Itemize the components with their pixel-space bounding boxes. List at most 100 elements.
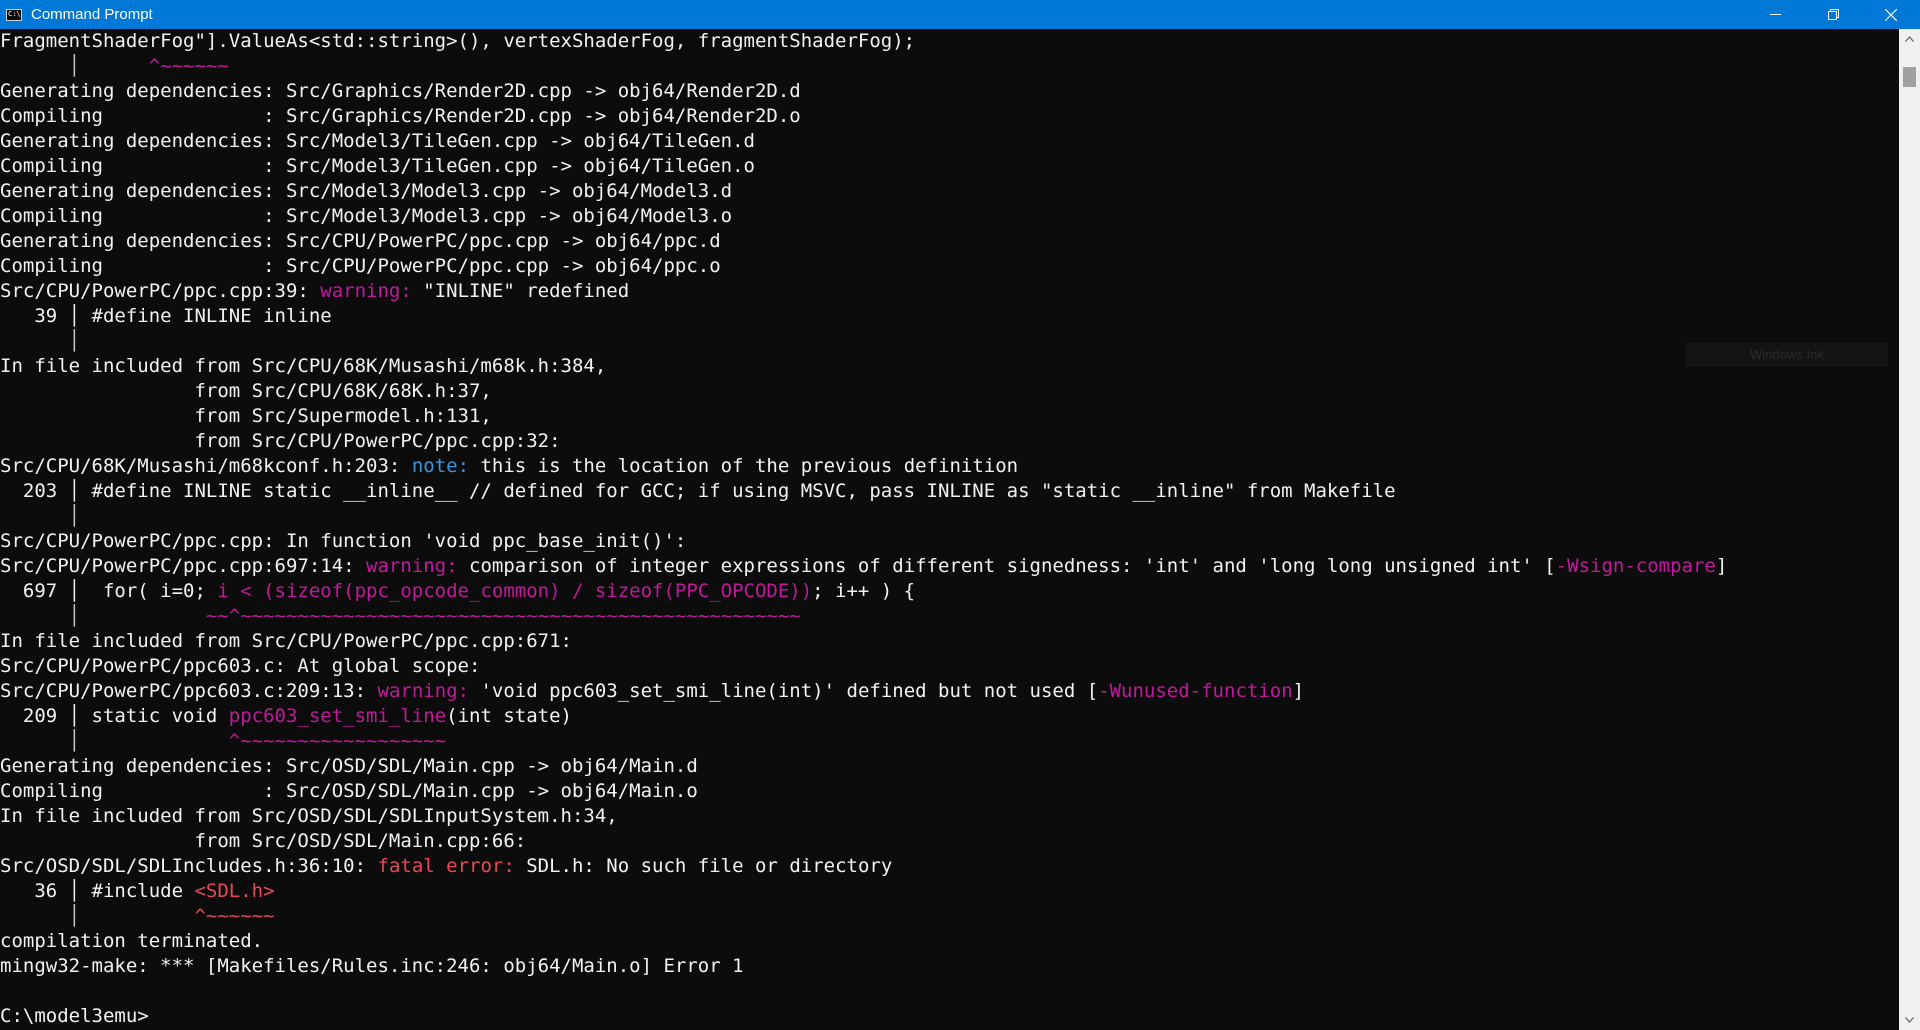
terminal-line: │ ^~~~~~~ — [0, 904, 1899, 929]
terminal-text-segment: Src/CPU/PowerPC/ppc.cpp: In function 'vo… — [0, 530, 687, 552]
terminal-text-segment: 'void ppc603_set_smi_line(int)' defined … — [480, 680, 1099, 702]
terminal-text-segment: In file included from Src/CPU/68K/Musash… — [0, 355, 607, 377]
terminal-text-segment: Src/CPU/PowerPC/ppc603.c: At global scop… — [0, 655, 481, 677]
terminal-line: In file included from Src/OSD/SDL/SDLInp… — [0, 804, 1899, 829]
terminal-line: mingw32-make: *** [Makefiles/Rules.inc:2… — [0, 954, 1899, 979]
terminal-text-segment: Compiling : Src/Model3/TileGen.cpp -> ob… — [0, 155, 755, 177]
terminal-text-segment: 203 │ #define INLINE static __inline__ /… — [0, 480, 1396, 502]
terminal-line: FragmentShaderFog"].ValueAs<std::string>… — [0, 29, 1899, 54]
terminal-text-segment: mingw32-make: *** [Makefiles/Rules.inc:2… — [0, 955, 744, 977]
terminal-text-segment: ] — [1715, 555, 1728, 577]
terminal-line: Src/CPU/PowerPC/ppc.cpp:697:14: warning:… — [0, 554, 1899, 579]
restore-button[interactable] — [1804, 0, 1862, 29]
terminal-line: Generating dependencies: Src/OSD/SDL/Mai… — [0, 754, 1899, 779]
vertical-scrollbar[interactable] — [1899, 29, 1920, 1030]
terminal-line: from Src/Supermodel.h:131, — [0, 404, 1899, 429]
terminal-text-segment: ^~~~~~~~~~~~~~~~~~~ — [228, 730, 447, 752]
terminal-line: Src/OSD/SDL/SDLIncludes.h:36:10: fatal e… — [0, 854, 1899, 879]
terminal-line: Generating dependencies: Src/Model3/Mode… — [0, 179, 1899, 204]
terminal-text-segment: note: — [411, 455, 481, 477]
terminal-line: In file included from Src/CPU/68K/Musash… — [0, 354, 1899, 379]
terminal-text-segment: comparison of integer expressions of dif… — [469, 555, 1556, 577]
terminal-text-segment: ] — [1292, 680, 1305, 702]
scroll-up-button[interactable] — [1899, 29, 1920, 49]
terminal-text-segment: SDL.h: No such file or directory — [526, 855, 893, 877]
terminal-text-segment: Generating dependencies: Src/Graphics/Re… — [0, 80, 801, 102]
terminal-text-segment: │ — [0, 505, 81, 527]
terminal-text-segment: ; i++ ) { — [812, 580, 916, 602]
terminal-text-segment: 39 │ #define INLINE inline — [0, 305, 332, 327]
terminal-text-segment: │ — [0, 55, 149, 77]
terminal-text-segment: <SDL.h> — [194, 880, 275, 902]
terminal-line: from Src/OSD/SDL/Main.cpp:66: — [0, 829, 1899, 854]
terminal-text-segment: Generating dependencies: Src/OSD/SDL/Mai… — [0, 755, 698, 777]
minimize-icon — [1769, 14, 1781, 15]
terminal-text-segment: 36 │ #include — [0, 880, 195, 902]
terminal-line: Generating dependencies: Src/CPU/PowerPC… — [0, 229, 1899, 254]
terminal-line: Src/CPU/PowerPC/ppc.cpp: In function 'vo… — [0, 529, 1899, 554]
terminal-text-segment: ^~~~~~~ — [148, 55, 229, 77]
terminal-text-segment: this is the location of the previous def… — [480, 455, 1019, 477]
terminal-line: Generating dependencies: Src/Graphics/Re… — [0, 79, 1899, 104]
terminal-text-segment: │ — [0, 605, 206, 627]
terminal-text-segment: ppc603_set_smi_line — [228, 705, 447, 727]
command-prompt-icon: C:\ — [6, 8, 22, 21]
close-icon — [1885, 8, 1897, 21]
terminal-line: Src/CPU/68K/Musashi/m68kconf.h:203: note… — [0, 454, 1899, 479]
terminal-text-segment: Src/CPU/PowerPC/ppc603.c:209:13: — [0, 680, 378, 702]
terminal-line: Src/CPU/PowerPC/ppc603.c:209:13: warning… — [0, 679, 1899, 704]
terminal-line: Compiling : Src/CPU/PowerPC/ppc.cpp -> o… — [0, 254, 1899, 279]
terminal-text-segment: from Src/CPU/PowerPC/ppc.cpp:32: — [0, 430, 561, 452]
terminal-text-segment: -Wunused-function — [1098, 680, 1293, 702]
terminal-line: Compiling : Src/Model3/Model3.cpp -> obj… — [0, 204, 1899, 229]
terminal-line: 36 │ #include <SDL.h> — [0, 879, 1899, 904]
chevron-down-icon — [1905, 1017, 1914, 1023]
terminal-text-segment: Compiling : Src/CPU/PowerPC/ppc.cpp -> o… — [0, 255, 721, 277]
terminal-text-segment: compilation terminated. — [0, 930, 264, 952]
terminal-line: In file included from Src/CPU/PowerPC/pp… — [0, 629, 1899, 654]
terminal-output[interactable]: FragmentShaderFog"].ValueAs<std::string>… — [0, 29, 1899, 1030]
terminal-text-segment: Src/CPU/68K/Musashi/m68kconf.h:203: — [0, 455, 412, 477]
terminal-text-segment: C:\model3emu> — [0, 1005, 149, 1027]
terminal-text-segment: from Src/OSD/SDL/Main.cpp:66: — [0, 830, 527, 852]
terminal-text-segment: │ — [0, 905, 195, 927]
terminal-text-segment: Compiling : Src/Model3/Model3.cpp -> obj… — [0, 205, 733, 227]
terminal-text-segment: Generating dependencies: Src/Model3/Mode… — [0, 180, 733, 202]
terminal-text-segment: i < (sizeof(ppc_opcode_common) / sizeof(… — [217, 580, 813, 602]
terminal-text-segment: 697 │ for( i=0; — [0, 580, 218, 602]
terminal-text-segment: FragmentShaderFog"].ValueAs<std::string>… — [0, 30, 916, 52]
terminal-text-segment: Compiling : Src/OSD/SDL/Main.cpp -> obj6… — [0, 780, 698, 802]
terminal-line: Compiling : Src/Graphics/Render2D.cpp ->… — [0, 104, 1899, 129]
terminal-text-segment: Src/OSD/SDL/SDLIncludes.h:36:10: — [0, 855, 378, 877]
scroll-down-button[interactable] — [1899, 1010, 1920, 1030]
terminal-line: C:\model3emu> — [0, 1004, 1899, 1029]
terminal-text-segment: Src/CPU/PowerPC/ppc.cpp:39: — [0, 280, 321, 302]
terminal-line: from Src/CPU/PowerPC/ppc.cpp:32: — [0, 429, 1899, 454]
terminal-text-segment: ~~^~~~~~~~~~~~~~~~~~~~~~~~~~~~~~~~~~~~~~… — [205, 605, 801, 627]
terminal-text-segment: Generating dependencies: Src/Model3/Tile… — [0, 130, 755, 152]
terminal-line: 203 │ #define INLINE static __inline__ /… — [0, 479, 1899, 504]
terminal-text-segment: warning: — [320, 280, 424, 302]
terminal-line: │ — [0, 329, 1899, 354]
minimize-button[interactable] — [1746, 0, 1804, 29]
terminal-text-segment: 209 │ static void — [0, 705, 229, 727]
close-button[interactable] — [1862, 0, 1920, 29]
terminal-text-segment: Compiling : Src/Graphics/Render2D.cpp ->… — [0, 105, 801, 127]
terminal-text-segment: In file included from Src/OSD/SDL/SDLInp… — [0, 805, 618, 827]
terminal-text-segment: Generating dependencies: Src/CPU/PowerPC… — [0, 230, 721, 252]
scrollbar-thumb[interactable] — [1903, 67, 1916, 87]
terminal-text-segment: In file included from Src/CPU/PowerPC/pp… — [0, 630, 572, 652]
terminal-text-segment: -Wsign-compare — [1555, 555, 1716, 577]
title-bar[interactable]: C:\ Command Prompt — [0, 0, 1920, 29]
terminal-line: Compiling : Src/OSD/SDL/Main.cpp -> obj6… — [0, 779, 1899, 804]
terminal-line: │ — [0, 504, 1899, 529]
terminal-text-segment: (int state) — [446, 705, 572, 727]
chevron-up-icon — [1905, 36, 1914, 42]
terminal-line: Generating dependencies: Src/Model3/Tile… — [0, 129, 1899, 154]
terminal-text-segment: from Src/CPU/68K/68K.h:37, — [0, 380, 492, 402]
terminal-text-segment: ^~~~~~~ — [194, 905, 275, 927]
terminal-line: │ ^~~~~~~~~~~~~~~~~~~ — [0, 729, 1899, 754]
terminal-line: compilation terminated. — [0, 929, 1899, 954]
terminal-line: Src/CPU/PowerPC/ppc603.c: At global scop… — [0, 654, 1899, 679]
